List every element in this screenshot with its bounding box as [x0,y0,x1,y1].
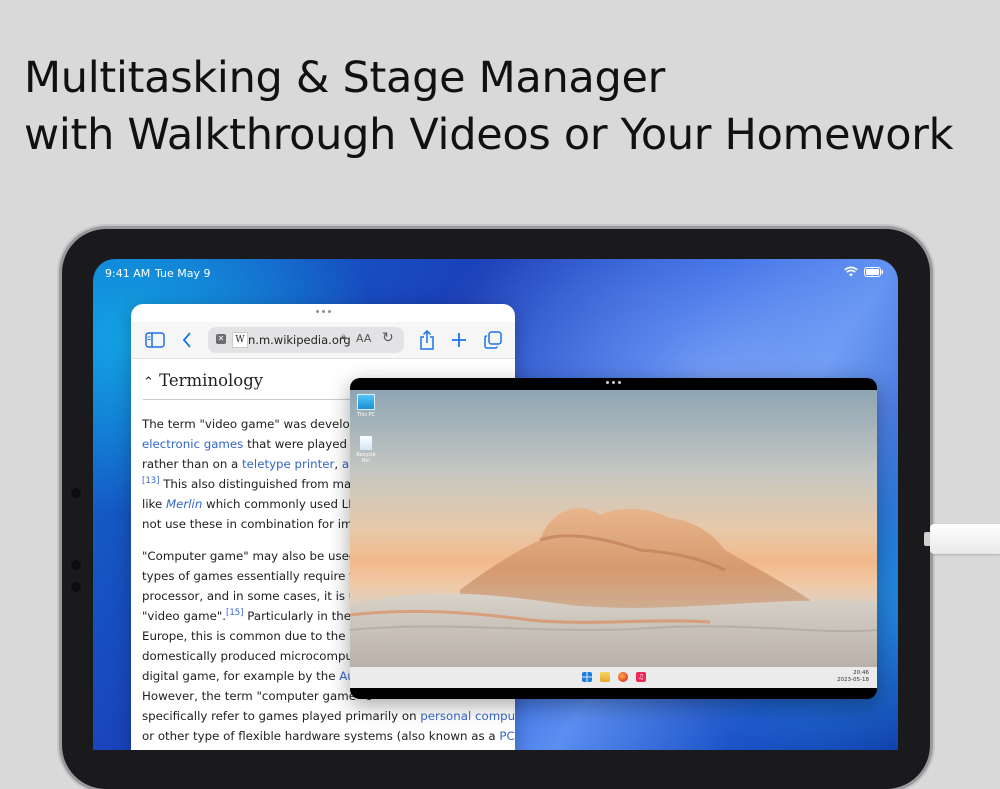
share-icon[interactable] [415,328,439,352]
wifi-icon [844,266,858,277]
battery-icon [864,266,883,277]
status-time: 9:41 AM [105,267,151,280]
close-tab-icon[interactable]: ✕ [216,334,226,344]
desktop-icon-this-pc[interactable]: This PC [354,394,378,418]
monitor-icon [357,394,375,410]
chevron-up-icon: ⌃ [143,375,154,390]
lock-icon: 🔒︎ [341,332,346,342]
url-text: n.m.wikipedia.org [248,333,351,347]
link-pc[interactable]: PC [499,729,514,743]
reader-aa-button[interactable]: AA [356,332,371,345]
desktop-wallpaper [350,508,877,667]
file-explorer-icon[interactable] [600,672,610,682]
link-merlin[interactable]: Merlin [166,497,202,511]
desktop-icon-recycle-bin[interactable]: Recycle Bin [354,436,378,464]
back-icon[interactable] [175,328,199,352]
camera-dot [71,488,81,498]
firefox-icon[interactable] [618,672,628,682]
favicon: W [232,332,248,348]
headline-line-1: Multitasking & Stage Manager [24,53,665,103]
windows-start-icon[interactable] [582,672,592,682]
recycle-bin-icon [360,436,372,450]
section-title: Terminology [159,371,264,390]
section-heading[interactable]: ⌃ Terminology [143,371,263,390]
taskbar-clock[interactable]: 20:46 2023-05-18 [837,670,869,684]
citation-13[interactable]: [13] [142,476,159,486]
windows-vm-window[interactable]: This PC Recycle Bin ♫ 20:46 2023-05-18 [350,378,877,699]
windows-taskbar: ♫ 20:46 2023-05-18 [350,667,877,688]
ipad-screen: 9:41 AM Tue May 9 ✕ W n.m.wikipedia.org … [93,259,898,750]
safari-toolbar: ✕ W n.m.wikipedia.org 🔒︎ AA ↻ [131,322,515,359]
reload-icon[interactable]: ↻ [382,330,394,346]
headline: Multitasking & Stage Manager with Walkth… [24,50,994,164]
usb-c-cable [924,524,1000,554]
window-grabber[interactable] [131,310,515,313]
music-icon[interactable]: ♫ [636,672,646,682]
windows-desktop[interactable]: This PC Recycle Bin [350,390,877,667]
camera-dot [71,582,81,592]
window-grabber[interactable] [350,381,877,384]
status-bar: 9:41 AM Tue May 9 [93,259,898,287]
address-bar[interactable]: ✕ W n.m.wikipedia.org 🔒︎ AA ↻ [208,327,404,353]
camera-dot [71,560,81,570]
status-date: Tue May 9 [155,267,211,280]
headline-line-2: with Walkthrough Videos or Your Homework [24,110,954,160]
plus-icon[interactable] [447,328,471,352]
link-teletype-printer[interactable]: teletype printer [242,457,334,471]
citation-15[interactable]: [15] [226,608,243,618]
link-electronic-games[interactable]: electronic games [142,437,243,451]
tabs-icon[interactable] [481,328,505,352]
sidebar-icon[interactable] [143,328,167,352]
link-personal-computers[interactable]: personal computers [420,709,515,723]
